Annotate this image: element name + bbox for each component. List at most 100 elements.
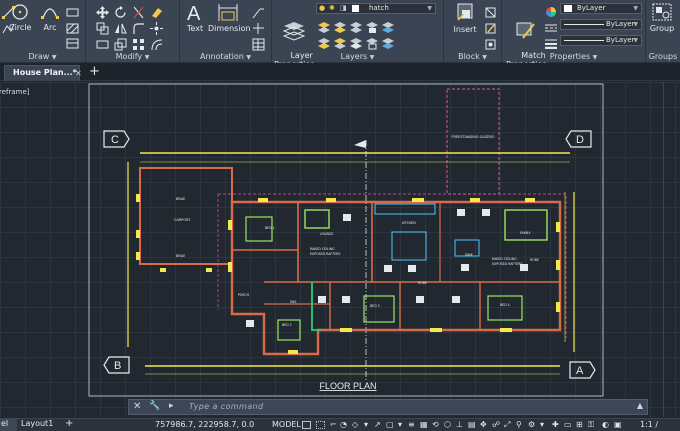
make-current-icon[interactable] (382, 35, 395, 49)
3d-osnap-icon[interactable]: ⬡ (444, 420, 451, 429)
annotation-scale-icon[interactable]: ⚲ (516, 420, 522, 429)
status-bar: el Layout1 + 757986.7, 222958.7, 0.0 MOD… (0, 418, 680, 431)
add-layout-button[interactable]: + (65, 418, 73, 429)
graphics-performance-icon[interactable]: ▣ (614, 420, 622, 429)
ortho-toggle-icon[interactable]: ⌐ (330, 420, 337, 429)
explode-icon[interactable] (150, 20, 163, 35)
mirror-icon[interactable] (114, 20, 127, 34)
model-tab[interactable]: el (0, 419, 17, 431)
auto-scale-icon[interactable]: ⤢ (504, 420, 510, 430)
polyline-tool-icon[interactable] (2, 20, 15, 34)
chevron-down-icon[interactable]: ▾ (540, 420, 544, 429)
properties-title-text: Properties (549, 52, 591, 61)
layer-lock-icon[interactable] (366, 19, 379, 33)
coordinates-readout: 757986.7, 222958.7, 0.0 (155, 420, 255, 429)
copy-icon[interactable] (96, 20, 109, 35)
layers-panel-title[interactable]: Layers ▼ (272, 52, 443, 61)
lineweight-icon[interactable] (545, 34, 558, 50)
offset-icon[interactable] (150, 36, 163, 51)
color-wheel-icon[interactable] (545, 3, 558, 17)
modify-panel-title[interactable]: Modify ▼ (86, 52, 179, 61)
gradient-tool-icon[interactable] (66, 34, 79, 49)
block-title-text: Block (458, 52, 480, 61)
selection-filter-icon[interactable]: ▤ (468, 420, 476, 429)
annotation-visibility-icon[interactable]: ☍ (492, 420, 500, 429)
properties-panel-title[interactable]: Properties ▼ (502, 52, 645, 61)
move-icon[interactable] (96, 4, 109, 19)
leader-icon[interactable] (252, 4, 265, 19)
lineweight-toggle-icon[interactable]: ≡ (408, 420, 415, 429)
ribbon: Circle Arc Draw ▼ Modify ▼ A Text Dimens… (0, 0, 680, 69)
erase-icon[interactable] (150, 4, 163, 18)
object-snap-tracking-icon[interactable]: ↗ (374, 420, 381, 429)
layer-on-icon[interactable] (318, 35, 331, 49)
groups-panel-title[interactable]: Groups (646, 52, 680, 61)
linetype-icon[interactable] (545, 19, 558, 32)
units-icon[interactable]: ▭ (564, 420, 572, 429)
insert-button[interactable]: Insert (450, 2, 480, 34)
close-icon[interactable]: ✕ (133, 401, 141, 412)
trim-icon[interactable] (132, 4, 145, 19)
chevron-up-icon[interactable]: ▲ (637, 401, 643, 410)
hatch-tool-icon[interactable] (66, 19, 79, 34)
chevron-down-icon[interactable]: ▾ (364, 420, 368, 429)
layer-thaw-icon[interactable] (350, 35, 363, 49)
text-button[interactable]: A Text (183, 2, 207, 33)
layer-match-icon[interactable] (382, 19, 395, 33)
layer-dropdown[interactable]: ● ✺ ◨ hatch ▼ (316, 3, 436, 14)
workspace-icon[interactable]: ⚙ (528, 420, 535, 429)
dynamic-ucs-icon[interactable]: ⊥ (456, 420, 463, 429)
scale-icon[interactable] (114, 36, 127, 51)
isolate-objects-icon[interactable]: ◐ (602, 420, 609, 429)
properties-panel: Match Properties ByLayer ▼ ByLayer ▼ ByL… (502, 0, 646, 69)
layer-unisolate-icon[interactable] (334, 35, 347, 49)
command-prompt-icon[interactable]: ▸ (169, 401, 174, 411)
edit-block-icon[interactable] (484, 20, 497, 34)
layout-tab[interactable]: Layout1 (19, 419, 65, 431)
array-icon[interactable] (132, 36, 145, 50)
object-snap-icon[interactable]: ▢ (386, 420, 394, 429)
chevron-down-icon[interactable]: ▾ (398, 420, 402, 429)
grid-toggle-icon[interactable] (302, 421, 311, 429)
lineweight-dropdown[interactable]: ByLayer ▼ (560, 35, 642, 46)
fillet-icon[interactable] (132, 20, 145, 34)
stretch-icon[interactable] (96, 36, 109, 49)
color-dropdown[interactable]: ByLayer ▼ (560, 3, 642, 14)
close-icon[interactable]: ✕ (75, 69, 82, 78)
command-input[interactable]: Type a command (189, 402, 263, 411)
lock-ui-icon[interactable]: ⚿ (588, 420, 594, 430)
gizmo-icon[interactable]: ✥ (480, 420, 487, 429)
snap-toggle-icon[interactable] (316, 421, 325, 429)
annotation-scale-readout[interactable]: 1:1 / (640, 420, 658, 429)
selection-cycling-icon[interactable]: ⟲ (432, 420, 439, 429)
document-tab[interactable]: House Plan...* ✕ (4, 65, 82, 81)
rectangle-tool-icon[interactable] (66, 3, 79, 17)
group-button[interactable]: Group (649, 2, 675, 33)
wrench-icon[interactable]: 🔧 (149, 401, 160, 411)
model-space-toggle[interactable]: MODEL (272, 420, 301, 429)
layer-isolate-icon[interactable] (334, 19, 347, 33)
polar-tracking-icon[interactable]: ◔ (340, 420, 347, 429)
dimension-button[interactable]: Dimension (208, 2, 251, 33)
block-attributes-icon[interactable] (484, 36, 497, 50)
layer-off-icon[interactable] (318, 19, 331, 33)
create-block-icon[interactable] (484, 4, 497, 18)
drawing-canvas[interactable]: reframe] FREESTANDING GAZEBO BRAE CARPOR… (0, 82, 680, 417)
isodraft-icon[interactable]: ◇ (352, 420, 358, 429)
quick-properties-icon[interactable]: ⊞ (576, 420, 583, 429)
svg-text:B: B (114, 360, 121, 372)
multileader-icon[interactable] (252, 20, 265, 34)
command-line[interactable]: ✕ 🔧 ▸ Type a command ▲ (128, 399, 648, 415)
annotation-monitor-icon[interactable]: ✚ (552, 420, 559, 429)
block-panel-title[interactable]: Block ▼ (444, 52, 501, 61)
rotate-icon[interactable] (114, 4, 127, 18)
transparency-icon[interactable]: ▦ (420, 420, 428, 429)
layer-freeze-icon[interactable] (350, 19, 363, 33)
arc-button[interactable]: Arc (38, 2, 62, 32)
table-icon[interactable] (252, 36, 265, 51)
layer-unlock-icon[interactable] (366, 35, 379, 50)
new-tab-button[interactable]: + (89, 64, 100, 80)
annotation-panel-title[interactable]: Annotation ▼ (180, 52, 271, 61)
draw-panel-title[interactable]: Draw ▼ (0, 52, 85, 61)
linetype-dropdown[interactable]: ByLayer ▼ (560, 19, 642, 30)
